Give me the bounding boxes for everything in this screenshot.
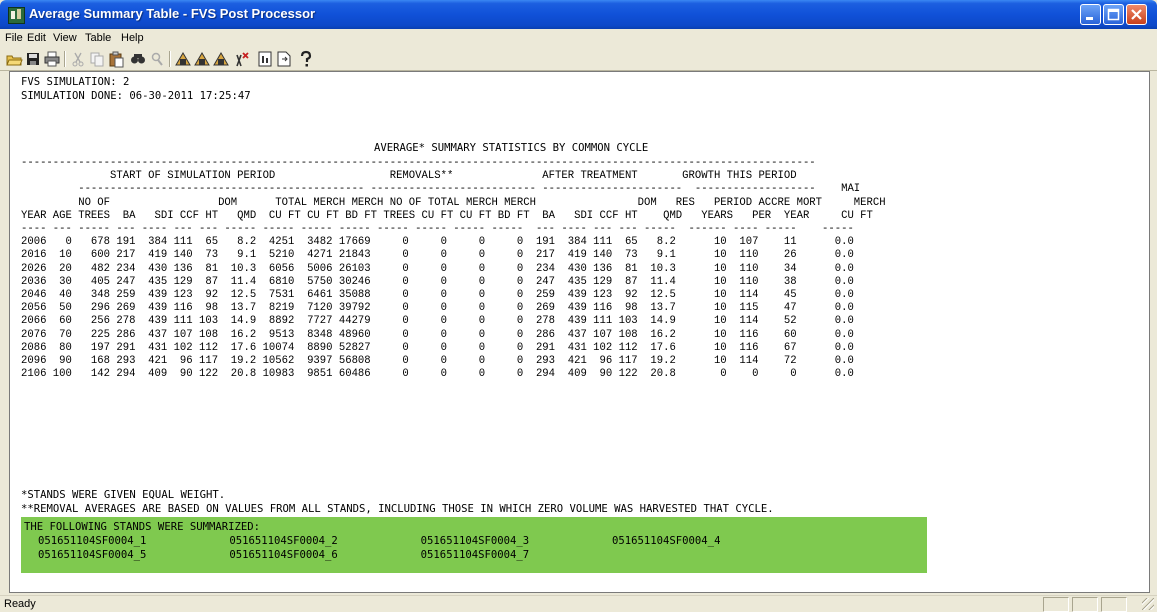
save-icon [27,53,39,65]
menu-edit[interactable]: Edit [27,32,46,44]
footnote-equal-weight: *STANDS WERE GIVEN EQUAL WEIGHT. [21,489,226,501]
delete-icon [236,52,249,67]
stands-heading: THE FOLLOWING STANDS WERE SUMMARIZED: [24,521,260,533]
maximize-button[interactable] [1103,4,1124,25]
title-bar[interactable]: Average Summary Table - FVS Post Process… [0,0,1157,29]
delete-button[interactable] [233,50,251,68]
close-button[interactable] [1126,4,1147,25]
copy-icon [90,52,104,67]
stands-row: 051651104SF0004_1 051651104SF0004_2 0516… [38,535,721,547]
cut-button[interactable] [69,50,87,68]
report-title: AVERAGE* SUMMARY STATISTICS BY COMMON CY… [374,142,649,154]
close-icon [1131,9,1142,20]
open-icon [6,55,23,66]
minimize-icon [1086,17,1093,20]
app-icon [8,7,25,24]
menu-bar: File Edit View Table Help [0,29,1157,49]
toolbar-separator [64,51,66,67]
maximize-icon [1107,8,1120,21]
print-button[interactable] [43,50,61,68]
chart-icon-3 [213,52,229,66]
save-button[interactable] [24,50,42,68]
chart-button-1[interactable] [174,50,192,68]
print-icon [44,51,60,67]
chart-icon-1 [175,52,191,66]
find-button[interactable] [129,50,147,68]
copy-button[interactable] [88,50,106,68]
menu-file[interactable]: File [5,32,23,44]
report-view[interactable]: FVS SIMULATION: 2 SIMULATION DONE: 06-30… [9,71,1150,593]
find-next-button[interactable] [148,50,166,68]
toolbar [0,48,1157,71]
chart-button-2[interactable] [193,50,211,68]
paste-button[interactable] [107,50,125,68]
find-icon [131,54,145,64]
status-panel [1072,597,1098,612]
resize-grip[interactable] [1142,598,1154,610]
summary-table: ----------------------------------------… [21,157,886,381]
help-icon [300,50,312,67]
export-button[interactable] [275,50,293,68]
find-next-icon [151,52,163,66]
status-bar: Ready [0,595,1157,612]
minimize-button[interactable] [1080,4,1101,25]
cut-icon [72,52,84,67]
simulation-done-label: SIMULATION DONE: 06-30-2011 17:25:47 [21,90,251,102]
paste-icon [109,51,124,68]
page-setup-button[interactable] [256,50,274,68]
page-setup-icon [258,51,272,67]
stands-row: 051651104SF0004_5 051651104SF0004_6 0516… [38,549,530,561]
open-button[interactable] [5,50,23,68]
simulation-label: FVS SIMULATION: 2 [21,76,130,88]
toolbar-separator [169,51,171,67]
footnote-removal-averages: **REMOVAL AVERAGES ARE BASED ON VALUES F… [21,503,774,515]
export-icon [277,51,291,67]
chart-button-3[interactable] [212,50,230,68]
stands-summary-box: THE FOLLOWING STANDS WERE SUMMARIZED: 05… [21,517,927,573]
chart-icon-2 [194,52,210,66]
window-title: Average Summary Table - FVS Post Process… [29,6,316,21]
status-panel [1043,597,1069,612]
help-button[interactable] [297,50,315,68]
status-panel [1101,597,1127,612]
menu-view[interactable]: View [53,32,77,44]
menu-help[interactable]: Help [121,32,144,44]
status-text: Ready [4,598,36,610]
menu-table[interactable]: Table [85,32,111,44]
